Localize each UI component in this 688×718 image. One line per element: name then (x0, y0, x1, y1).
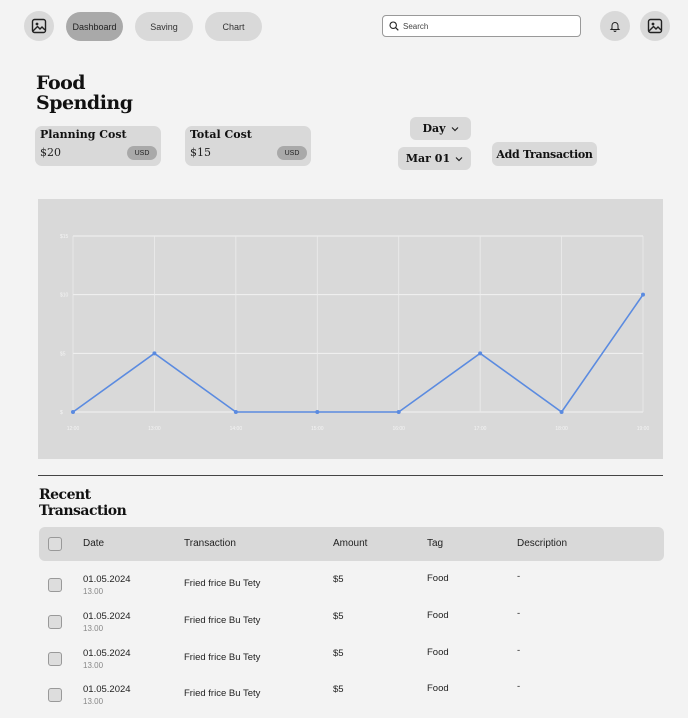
bell-icon[interactable] (600, 11, 630, 41)
select-all-checkbox[interactable] (48, 537, 62, 551)
row-time: 13.00 (83, 697, 104, 706)
y-tick-label: $10 (60, 293, 69, 299)
row-transaction: Fried frice Bu Tety (184, 578, 261, 589)
section-divider (38, 475, 663, 476)
top-navigation: Dashboard Saving Chart (0, 0, 688, 54)
data-point (152, 351, 157, 356)
column-header-amount: Amount (333, 538, 368, 549)
table-row[interactable]: 01.05.2024 13.00 Fried frice Bu Tety $5 Food… (39, 568, 664, 604)
row-description: - (517, 645, 521, 656)
row-date: 01.05.2024 (83, 611, 131, 622)
data-point (641, 292, 645, 297)
table-row[interactable]: 01.05.2024 13.00 Fried frice Bu Tety $5 Food… (39, 678, 664, 714)
recent-transaction-title: Recent Transaction (39, 487, 127, 519)
row-time: 13.00 (83, 624, 104, 633)
data-point (478, 351, 483, 356)
total-cost-value: $15 (190, 146, 211, 159)
y-tick-label: $ (60, 410, 63, 416)
row-checkbox[interactable] (48, 615, 62, 629)
x-tick-label: 12:00 (67, 426, 80, 432)
data-point (559, 410, 564, 414)
data-point (315, 410, 320, 414)
data-point (71, 410, 75, 414)
x-tick-label: 15:00 (311, 426, 324, 432)
y-tick-label: $5 (60, 351, 66, 357)
image-icon[interactable] (24, 11, 54, 41)
search-icon (389, 21, 399, 31)
table-row[interactable]: 01.05.2024 13.00 Fried frice Bu Tety $5 Food… (39, 605, 664, 641)
row-amount: $5 (333, 684, 344, 695)
total-cost-card: Total Cost $15 USD (185, 126, 311, 166)
y-tick-label: $15 (60, 234, 69, 240)
row-transaction: Fried frice Bu Tety (184, 615, 261, 626)
x-tick-label: 17:00 (474, 426, 487, 432)
x-tick-label: 14:00 (230, 426, 243, 432)
tab-saving[interactable]: Saving (135, 12, 193, 41)
line-chart: $15 $10 $5 $12:00 13:00 14:00 15:00 16:00 17:00 1… (60, 234, 650, 432)
table-header: Date Transaction Amount Tag Description (39, 527, 664, 561)
row-time: 13.00 (83, 661, 104, 670)
date-value: Mar 01 (405, 152, 451, 165)
row-time: 13.00 (83, 587, 104, 596)
x-tick-label: 16:00 (392, 426, 405, 432)
planning-cost-card: Planning Cost $20 USD (35, 126, 161, 166)
table-row[interactable]: 01.05.2024 13.00 Fried frice Bu Tety $5 Food… (39, 642, 664, 678)
row-description: - (517, 681, 521, 692)
row-tag: Food (427, 683, 449, 694)
row-date: 01.05.2024 (83, 684, 131, 695)
currency-badge[interactable]: USD (277, 146, 307, 160)
x-tick-label: 13:00 (148, 426, 161, 432)
row-checkbox[interactable] (48, 688, 62, 702)
profile-image-icon[interactable] (640, 11, 670, 41)
date-dropdown[interactable]: Mar 01 (398, 147, 471, 170)
row-date: 01.05.2024 (83, 574, 131, 585)
row-tag: Food (427, 573, 449, 584)
row-checkbox[interactable] (48, 578, 62, 592)
search-box[interactable] (382, 15, 581, 37)
add-transaction-button[interactable]: Add Transaction (492, 142, 597, 166)
row-tag: Food (427, 610, 449, 621)
total-cost-label: Total Cost (190, 128, 252, 141)
planning-cost-label: Planning Cost (40, 128, 127, 141)
data-point (233, 410, 238, 414)
period-dropdown[interactable]: Day (410, 117, 471, 140)
column-header-tag: Tag (427, 538, 444, 549)
tab-dashboard[interactable]: Dashboard (66, 12, 123, 41)
row-transaction: Fried frice Bu Tety (184, 688, 261, 699)
planning-cost-value: $20 (40, 146, 61, 159)
chevron-down-icon (451, 126, 458, 131)
x-tick-label: 19:00 (637, 426, 650, 432)
column-header-date: Date (83, 538, 105, 549)
chevron-down-icon (455, 156, 463, 161)
column-header-transaction: Transaction (184, 538, 236, 549)
row-date: 01.05.2024 (83, 648, 131, 659)
row-description: - (517, 571, 521, 582)
row-checkbox[interactable] (48, 652, 62, 666)
row-tag: Food (427, 647, 449, 658)
x-tick-label: 18:00 (555, 426, 568, 432)
row-amount: $5 (333, 648, 344, 659)
data-point (396, 410, 401, 414)
period-value: Day (422, 122, 446, 135)
row-amount: $5 (333, 574, 344, 585)
row-amount: $5 (333, 611, 344, 622)
search-input[interactable] (403, 21, 573, 31)
page-title: Food Spending (36, 72, 133, 114)
column-header-description: Description (517, 538, 568, 549)
row-transaction: Fried frice Bu Tety (184, 652, 261, 663)
row-description: - (517, 608, 521, 619)
tab-chart[interactable]: Chart (205, 12, 262, 41)
spending-chart: $15 $10 $5 $12:00 13:00 14:00 15:00 16:00 17:00 1… (38, 199, 663, 459)
currency-badge[interactable]: USD (127, 146, 157, 160)
